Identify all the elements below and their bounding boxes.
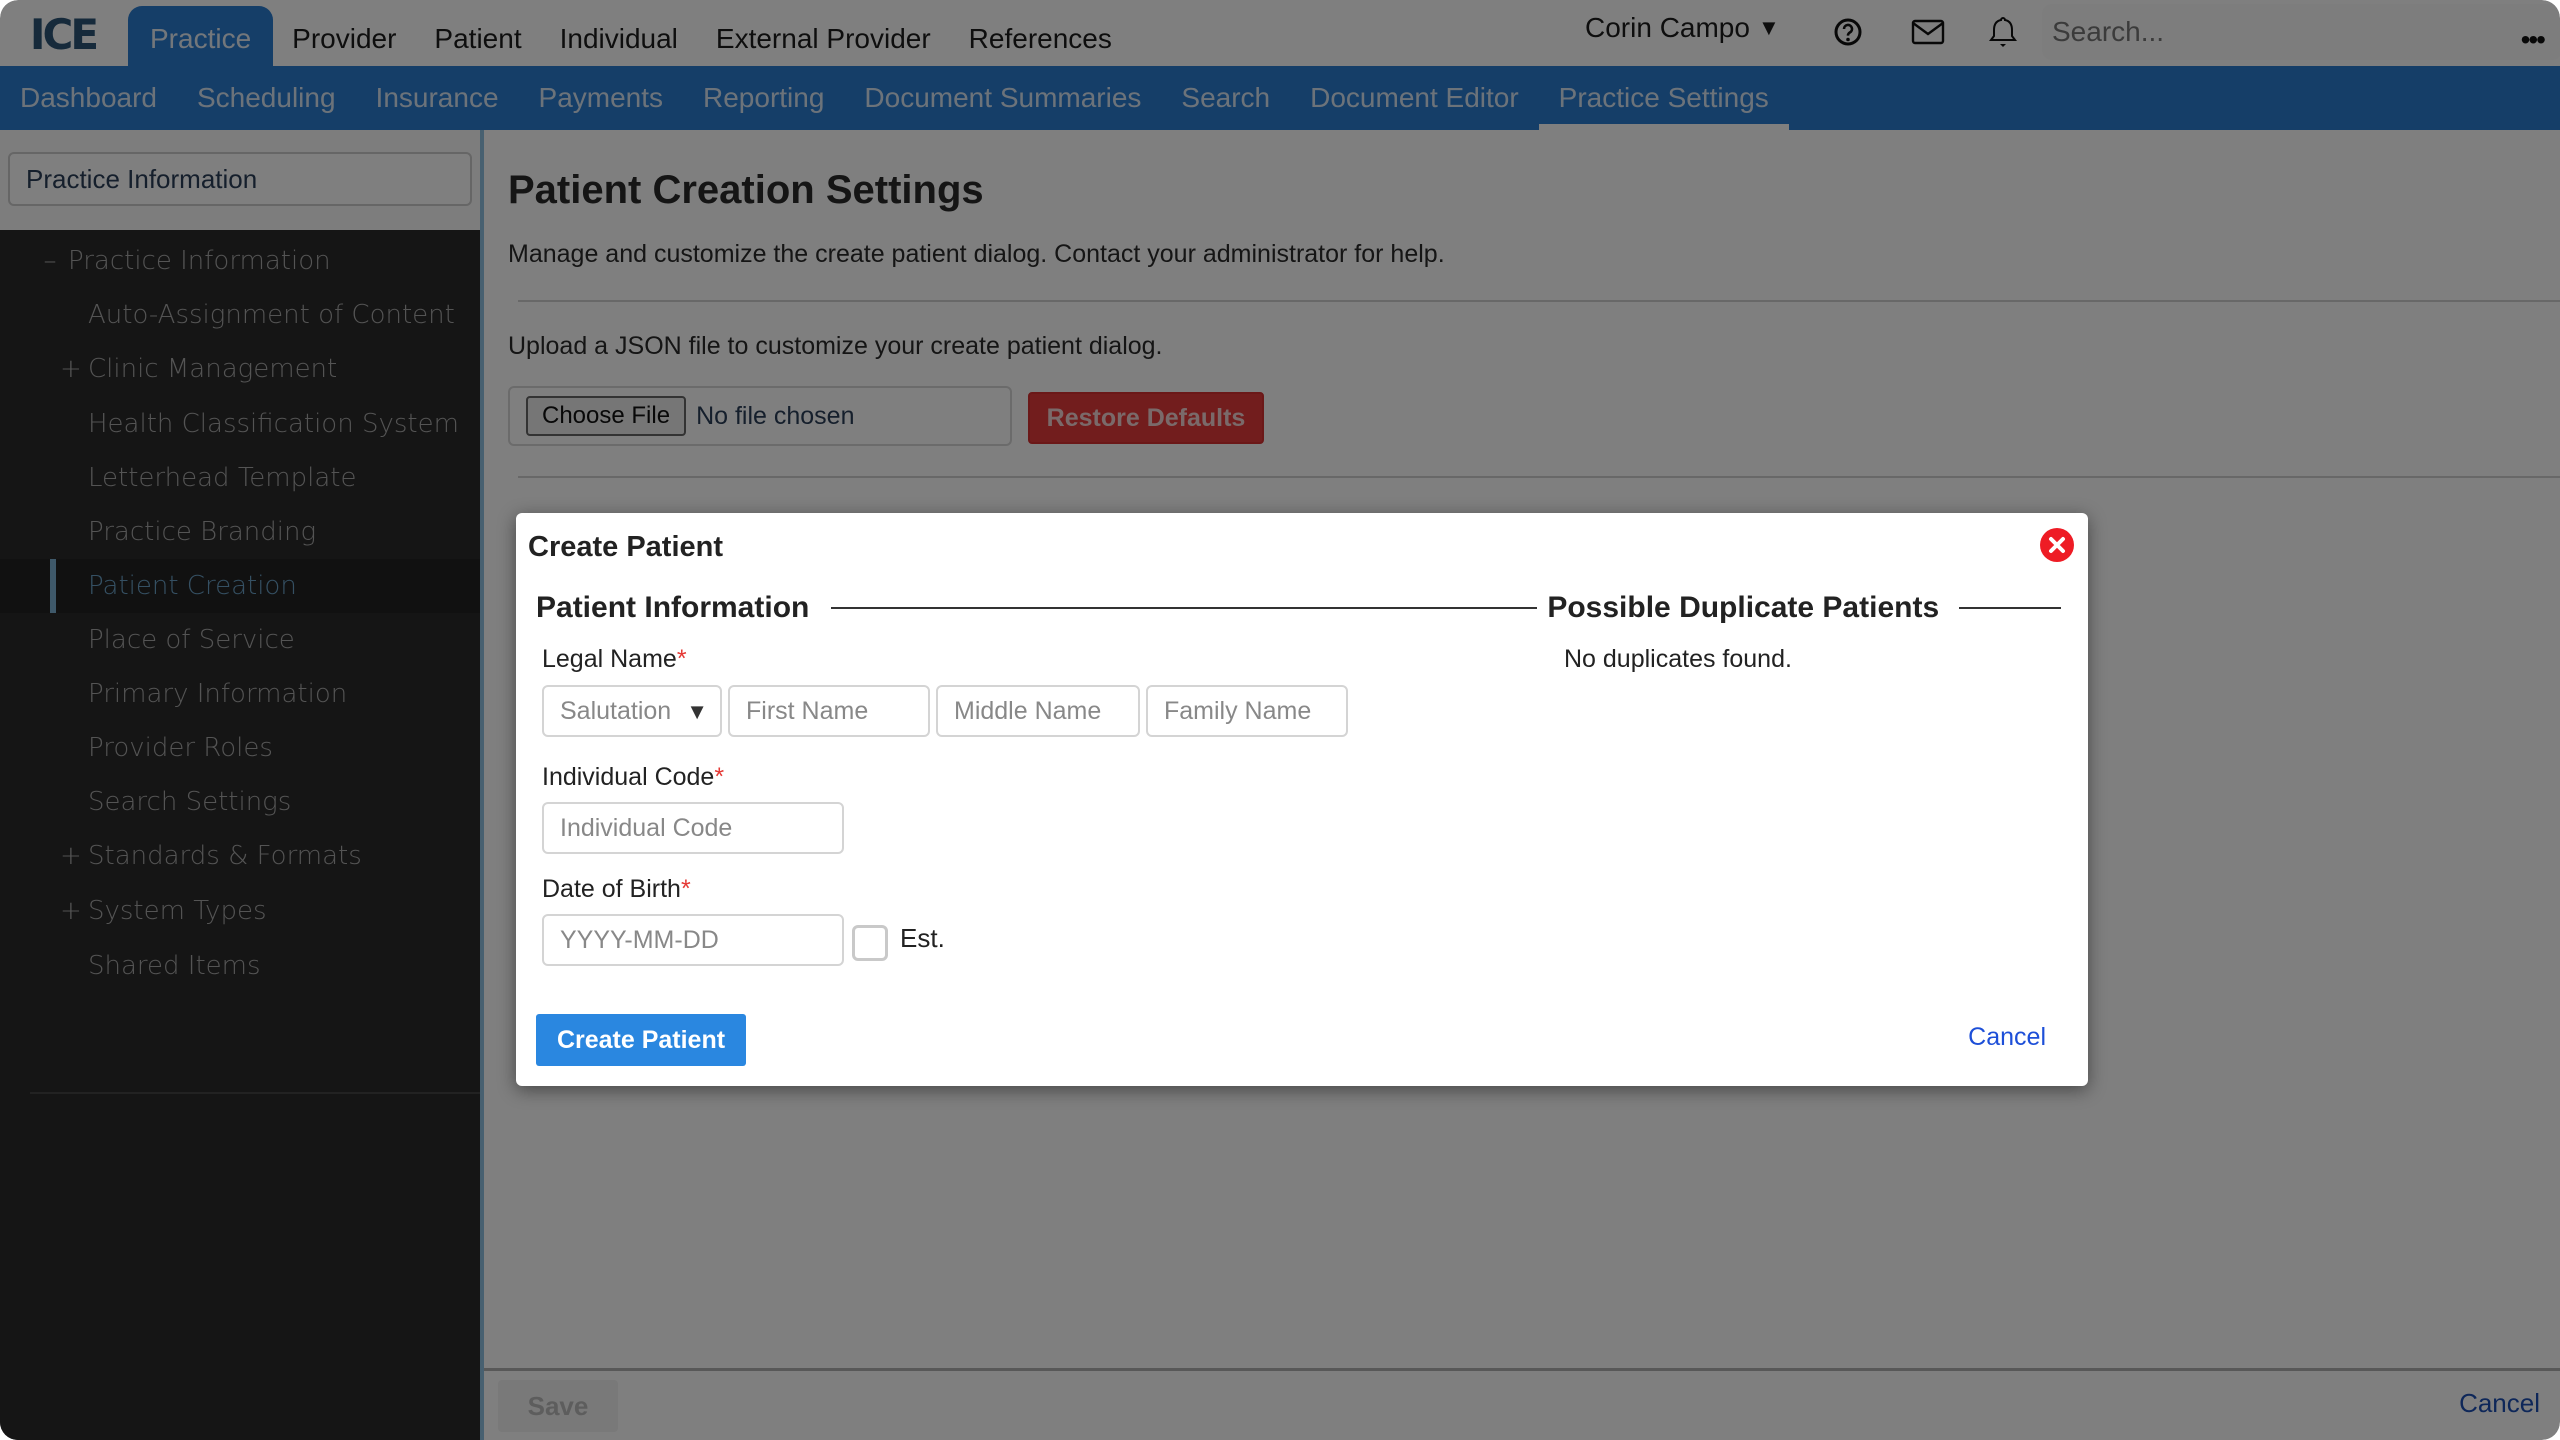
required-marker: *: [676, 645, 687, 673]
label-text: Legal Name: [542, 645, 677, 673]
middle-name-input[interactable]: [936, 685, 1140, 737]
duplicates-heading: Possible Duplicate Patients: [1547, 591, 1940, 624]
salutation-placeholder: Salutation: [560, 696, 672, 725]
dialog-title: Create Patient: [528, 531, 724, 563]
duplicates-status: No duplicates found.: [1564, 645, 1792, 673]
section-headers: Patient Information Possible Duplicate P…: [536, 591, 2066, 625]
create-patient-dialog: Create Patient Patient Information Possi…: [516, 513, 2088, 1086]
caret-down-icon: ▼: [686, 699, 708, 724]
estimated-label: Est.: [900, 923, 945, 953]
individual-code-label: Individual Code*: [542, 763, 724, 792]
required-marker: *: [714, 763, 725, 791]
individual-code-input[interactable]: [542, 802, 844, 854]
dob-label: Date of Birth*: [542, 875, 691, 904]
dialog-cancel-link[interactable]: Cancel: [1968, 1023, 2046, 1052]
close-x-glyph: [2049, 537, 2065, 553]
legal-name-label: Legal Name*: [542, 645, 687, 674]
first-name-input[interactable]: [728, 685, 930, 737]
label-text: Date of Birth: [542, 875, 681, 903]
heading-rule: [1959, 607, 2062, 609]
create-patient-button[interactable]: Create Patient: [536, 1014, 746, 1066]
dob-input[interactable]: [542, 914, 844, 966]
patient-info-heading: Patient Information: [536, 591, 810, 624]
app-page: ICE Practice Provider Patient Individual…: [0, 0, 2560, 1440]
label-text: Individual Code: [542, 763, 715, 791]
family-name-input[interactable]: [1146, 685, 1348, 737]
heading-rule: [831, 607, 1538, 609]
required-marker: *: [680, 875, 691, 903]
salutation-select[interactable]: Salutation ▼: [542, 685, 722, 737]
close-icon[interactable]: [2040, 528, 2074, 562]
estimated-dob-checkbox[interactable]: [852, 925, 888, 961]
